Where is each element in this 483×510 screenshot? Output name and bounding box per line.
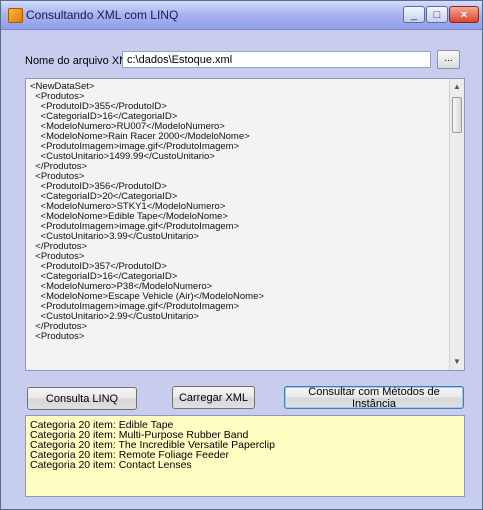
- scroll-down-icon[interactable]: ▼: [451, 355, 463, 369]
- vertical-scrollbar[interactable]: ▲ ▼: [449, 79, 464, 370]
- scroll-thumb[interactable]: [452, 97, 462, 133]
- app-icon: [8, 8, 23, 23]
- results-list: Categoria 20 item: Edible Tape Categoria …: [30, 420, 275, 471]
- title-bar[interactable]: Consultando XML com LINQ _ □ ×: [1, 1, 482, 30]
- results-listbox[interactable]: Categoria 20 item: Edible Tape Categoria …: [25, 415, 465, 497]
- file-path-input[interactable]: [122, 51, 431, 68]
- minimize-icon: _: [410, 8, 418, 21]
- xml-content-textarea[interactable]: <NewDataSet> <Produtos> <ProdutoID>355</…: [25, 78, 465, 371]
- minimize-button[interactable]: _: [403, 6, 425, 23]
- file-name-label: Nome do arquivo XML: [25, 55, 135, 67]
- maximize-icon: □: [433, 8, 441, 21]
- consultar-metodos-button[interactable]: Consultar com Métodos de Instância: [284, 386, 464, 410]
- window-title: Consultando XML com LINQ: [26, 8, 179, 22]
- close-button[interactable]: ×: [449, 6, 479, 23]
- xml-line: <Produtos>: [30, 331, 85, 342]
- result-item[interactable]: Categoria 20 item: Contact Lenses: [30, 460, 275, 471]
- close-icon: ×: [460, 8, 468, 21]
- carregar-xml-button[interactable]: Carregar XML: [172, 386, 255, 409]
- consulta-linq-button[interactable]: Consulta LINQ: [27, 387, 137, 410]
- main-window: Consultando XML com LINQ _ □ × Nome do a…: [0, 0, 483, 510]
- maximize-button[interactable]: □: [426, 6, 448, 23]
- browse-button[interactable]: ...: [437, 50, 460, 69]
- scroll-up-icon[interactable]: ▲: [451, 80, 463, 94]
- xml-content: <NewDataSet> <Produtos> <ProdutoID>355</…: [30, 82, 264, 342]
